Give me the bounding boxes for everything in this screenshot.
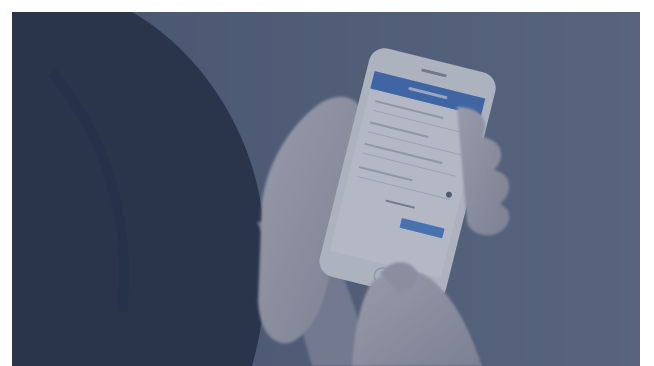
phone-in-hand-photo (12, 12, 640, 366)
photo-frame (12, 12, 640, 366)
tint-overlay (12, 12, 640, 366)
